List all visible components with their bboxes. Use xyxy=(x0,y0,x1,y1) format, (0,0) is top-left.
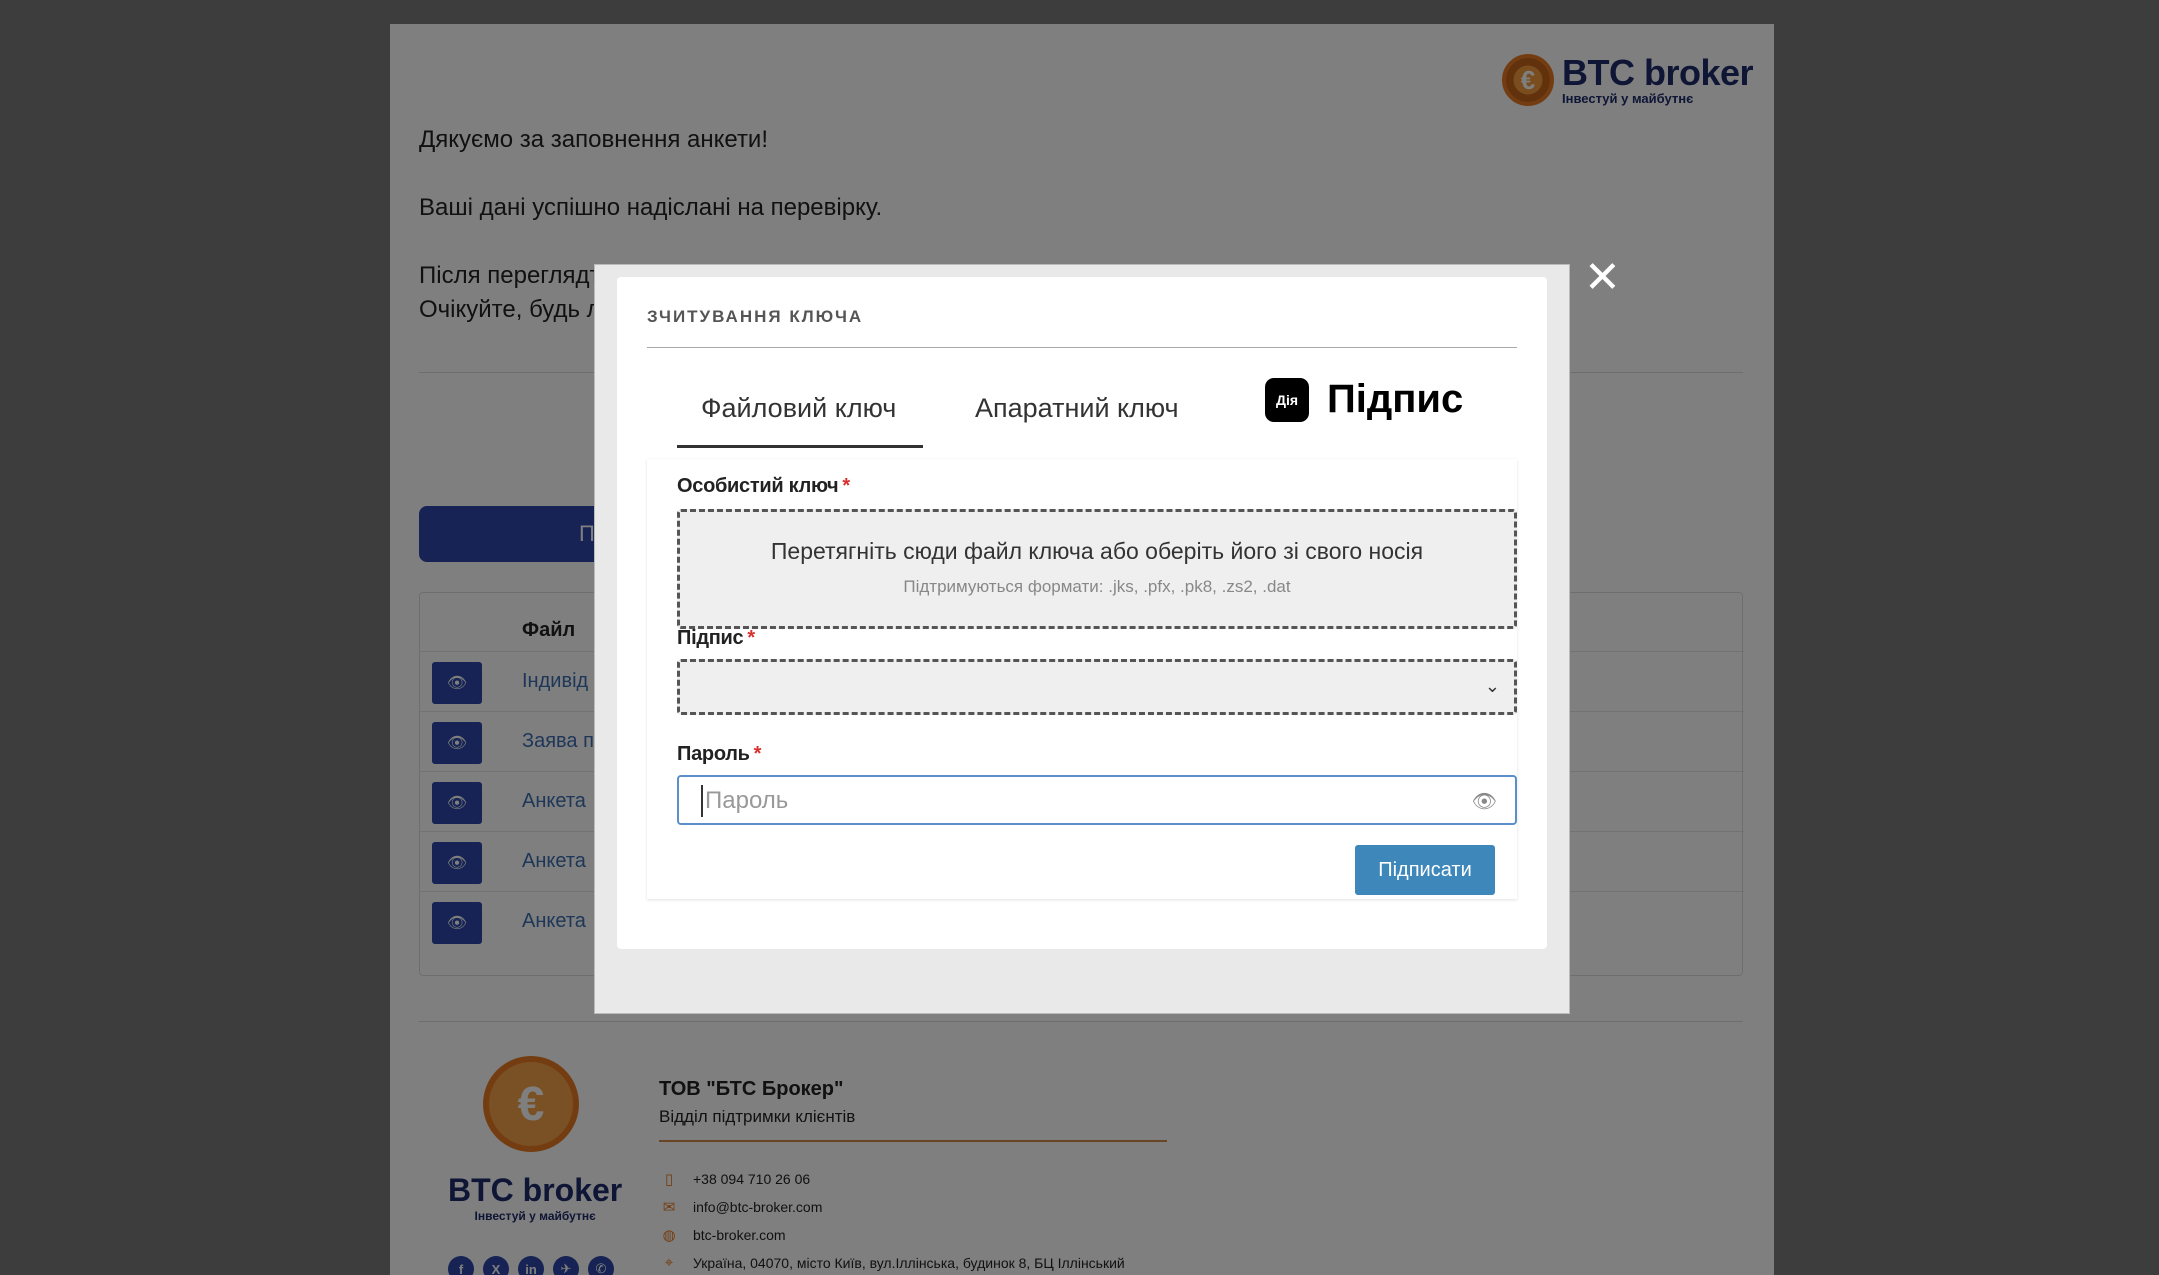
dropzone-text: Перетягніть сюди файл ключа або оберіть … xyxy=(770,538,1424,564)
title-divider xyxy=(647,347,1517,348)
chevron-down-icon: ⌄ xyxy=(1484,676,1500,696)
password-label: Пароль * xyxy=(677,743,762,765)
diya-sign-label: Підпис xyxy=(1327,377,1464,421)
sign-button[interactable]: Підписати xyxy=(1355,845,1495,895)
signature-select[interactable]: ⌄ xyxy=(677,659,1517,715)
file-key-form: Особистий ключ * Перетягніть сюди файл кл… xyxy=(647,459,1517,899)
show-password-eye-icon[interactable]: 👁 xyxy=(1472,789,1497,814)
key-file-dropzone[interactable]: Перетягніть сюди файл ключа або оберіть … xyxy=(677,509,1517,629)
modal-content: ЗЧИТУВАННЯ КЛЮЧА Файловий ключ Апаратний… xyxy=(617,277,1547,949)
tab-file-key[interactable]: Файловий ключ xyxy=(701,393,896,424)
close-icon[interactable]: ✕ xyxy=(1584,256,1621,300)
signature-label: Підпис * xyxy=(677,627,755,649)
modal-title: ЗЧИТУВАННЯ КЛЮЧА xyxy=(647,307,864,326)
tab-hardware-key[interactable]: Апаратний ключ xyxy=(975,393,1179,424)
active-tab-indicator xyxy=(677,445,923,448)
dropzone-formats: Підтримуються формати: .jks, .pfx, .pk8,… xyxy=(903,577,1291,596)
key-reading-modal: ЗЧИТУВАННЯ КЛЮЧА Файловий ключ Апаратний… xyxy=(594,264,1570,1014)
password-input[interactable] xyxy=(701,785,1461,817)
personal-key-label: Особистий ключ * xyxy=(677,475,850,497)
tab-diya-sign[interactable]: Дія Підпис xyxy=(1265,377,1463,422)
password-field-wrapper: 👁 xyxy=(677,775,1517,825)
diya-logo-icon: Дія xyxy=(1265,377,1309,422)
